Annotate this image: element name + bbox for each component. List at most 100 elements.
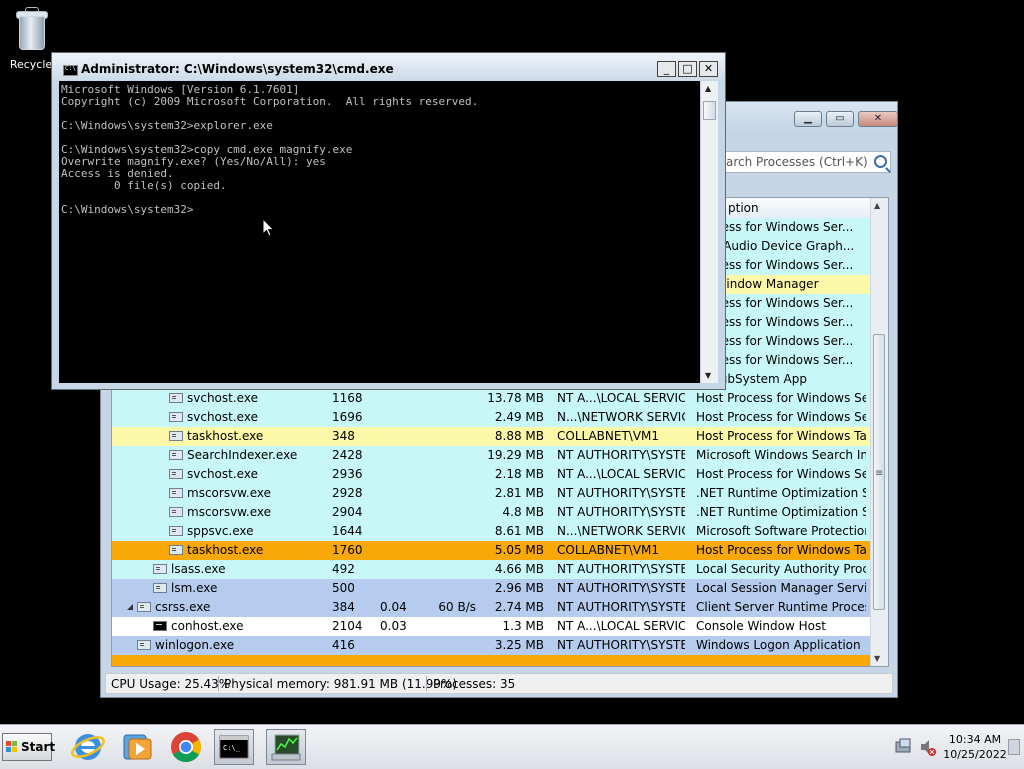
process-memory: 5.05 MB [494,543,544,557]
column-description-header[interactable]: ption [728,201,759,215]
process-description: .NET Runtime Optimization S... [696,486,866,500]
process-icon [169,488,183,498]
clock[interactable]: 10:34 AM 10/25/2022 [940,732,1010,762]
table-row[interactable]: SearchIndexer.exe 2428 19.29 MB NT AUTHORIT… [112,446,872,465]
process-user: NT AUTHORITY\SYSTEM [557,638,685,652]
process-pid: 492 [332,562,355,576]
table-row[interactable]: ◢ csrss.exe 384 0.04 60 B/s 2.74 MB NT AUTHORI… [112,598,872,617]
trash-icon [13,6,49,52]
table-row[interactable]: svchost.exe 1696 2.49 MB N...\NETWORK SERVI… [112,408,872,427]
process-name: taskhost.exe [187,543,264,557]
cmd-scrollbar-thumb[interactable] [703,101,716,120]
process-user: N...\NETWORK SERVICE [557,410,685,424]
svg-text:C:\_: C:\_ [223,744,241,752]
process-name: svchost.exe [187,467,258,481]
show-desktop-button[interactable] [1008,739,1020,755]
table-row[interactable] [112,655,872,666]
search-icon[interactable] [874,155,887,168]
cmd-window: Administrator: C:\Windows\system32\cmd.e… [51,52,726,390]
process-pid: 384 [332,600,355,614]
process-pid: 2104 [332,619,363,633]
process-cpu: 0.04 [380,600,407,614]
process-description: Host Process for Windows Tas... [696,429,866,443]
scroll-up-arrow[interactable]: ▲ [874,201,880,210]
table-row[interactable]: conhost.exe 2104 0.03 1.3 MB NT A...\LOCAL S… [112,617,872,636]
cmd-minimize-button[interactable]: _ [657,61,676,77]
process-pid: 2904 [332,505,363,519]
process-description: Local Security Authority Proce... [696,562,866,576]
process-user: NT AUTHORITY\SYSTEM [557,600,685,614]
process-icon [169,431,183,441]
windows-logo-icon [6,741,18,753]
tm-close-button[interactable]: ✕ [858,111,898,127]
process-icon [137,640,151,650]
table-row[interactable]: mscorsvw.exe 2904 4.8 MB NT AUTHORITY\SYSTE… [112,503,872,522]
command-prompt-icon: C:\_ [219,735,249,759]
process-user: NT A...\LOCAL SERVICE [557,391,685,405]
console-output-area[interactable]: Microsoft Windows [Version 6.1.7601] Cop… [59,81,700,383]
table-row[interactable]: sppsvc.exe 1644 8.61 MB N...\NETWORK SERVIC… [112,522,872,541]
table-row[interactable]: taskhost.exe 348 8.88 MB COLLABNET\VM1 Host … [112,427,872,446]
start-button[interactable]: Start [2,733,55,761]
process-memory: 2.74 MB [494,600,544,614]
process-description: Console Window Host [696,619,826,633]
process-pid: 2928 [332,486,363,500]
tm-minimize-button[interactable]: ▁ [794,111,822,127]
process-memory: 8.61 MB [494,524,544,538]
process-description: .NET Runtime Optimization S... [696,505,866,519]
tree-collapse-icon[interactable]: ◢ [127,602,133,611]
process-user: NT AUTHORITY\SYSTEM [557,486,685,500]
process-memory: 1.3 MB [502,619,544,633]
internet-explorer-taskbar-button[interactable] [68,729,108,765]
process-memory: 4.8 MB [502,505,544,519]
cmd-scroll-down-arrow[interactable]: ▼ [705,371,711,380]
cmd-close-button[interactable]: ✕ [699,61,718,77]
process-pid: 1696 [332,410,363,424]
process-name: mscorsvw.exe [187,486,271,500]
scroll-down-arrow[interactable]: ▼ [874,654,880,663]
process-name: svchost.exe [187,410,258,424]
search-placeholder: arch Processes (Ctrl+K) [726,155,868,169]
cmd-maximize-button[interactable]: □ [678,61,697,77]
table-row[interactable]: lsm.exe 500 2.96 MB NT AUTHORITY\SYSTEM Loca… [112,579,872,598]
process-icon [169,393,183,403]
process-pid: 500 [332,581,355,595]
process-icon [169,412,183,422]
table-row[interactable]: lsass.exe 492 4.66 MB NT AUTHORITY\SYSTEM Lo… [112,560,872,579]
table-row[interactable]: svchost.exe 2936 2.18 MB NT A...\LOCAL SERV… [112,465,872,484]
cmd-title: Administrator: C:\Windows\system32\cmd.e… [81,62,394,76]
cmd-scroll-up-arrow[interactable]: ▲ [705,84,711,93]
process-icon [169,450,183,460]
process-io: 60 B/s [438,600,476,614]
table-row[interactable]: svchost.exe 1168 13.78 MB NT A...\LOCAL SER… [112,389,872,408]
process-name: sppsvc.exe [187,524,254,538]
media-player-taskbar-button[interactable] [116,729,156,765]
search-processes-input[interactable]: arch Processes (Ctrl+K) [721,151,891,173]
process-icon [169,469,183,479]
volume-muted-icon[interactable] [918,729,938,765]
process-description: Host Process for Windows Ser... [696,467,866,481]
clock-date: 10/25/2022 [943,748,1007,761]
process-memory: 2.18 MB [494,467,544,481]
process-user: COLLABNET\VM1 [557,543,660,557]
media-player-icon [123,734,152,760]
task-manager-icon [271,734,301,761]
cmd-titlebar[interactable]: Administrator: C:\Windows\system32\cmd.e… [52,53,725,80]
table-row[interactable]: taskhost.exe 1760 5.05 MB COLLABNET\VM1 Host… [112,541,872,560]
tm-maximize-button[interactable]: ▭ [826,111,854,127]
process-memory: 13.78 MB [487,391,544,405]
process-table-scrollbar[interactable]: ▲ ≡ ▼ [870,198,888,666]
recycle-bin-icon[interactable]: Recycle [6,6,56,71]
table-row[interactable]: winlogon.exe 416 3.25 MB NT AUTHORITY\SYSTE… [112,636,872,655]
process-name: conhost.exe [171,619,244,633]
chrome-taskbar-button[interactable] [166,729,206,765]
task-manager-taskbar-button[interactable] [266,729,306,765]
cmd-taskbar-button[interactable]: C:\_ [214,729,254,765]
cmd-scrollbar[interactable]: ▲ ▼ [700,81,718,383]
process-memory: 3.25 MB [494,638,544,652]
process-user: NT AUTHORITY\SYSTEM [557,448,685,462]
process-pid: 416 [332,638,355,652]
process-name: winlogon.exe [155,638,235,652]
process-user: NT A...\LOCAL SERVICE [557,619,685,633]
table-row[interactable]: mscorsvw.exe 2928 2.81 MB NT AUTHORITY\SYST… [112,484,872,503]
